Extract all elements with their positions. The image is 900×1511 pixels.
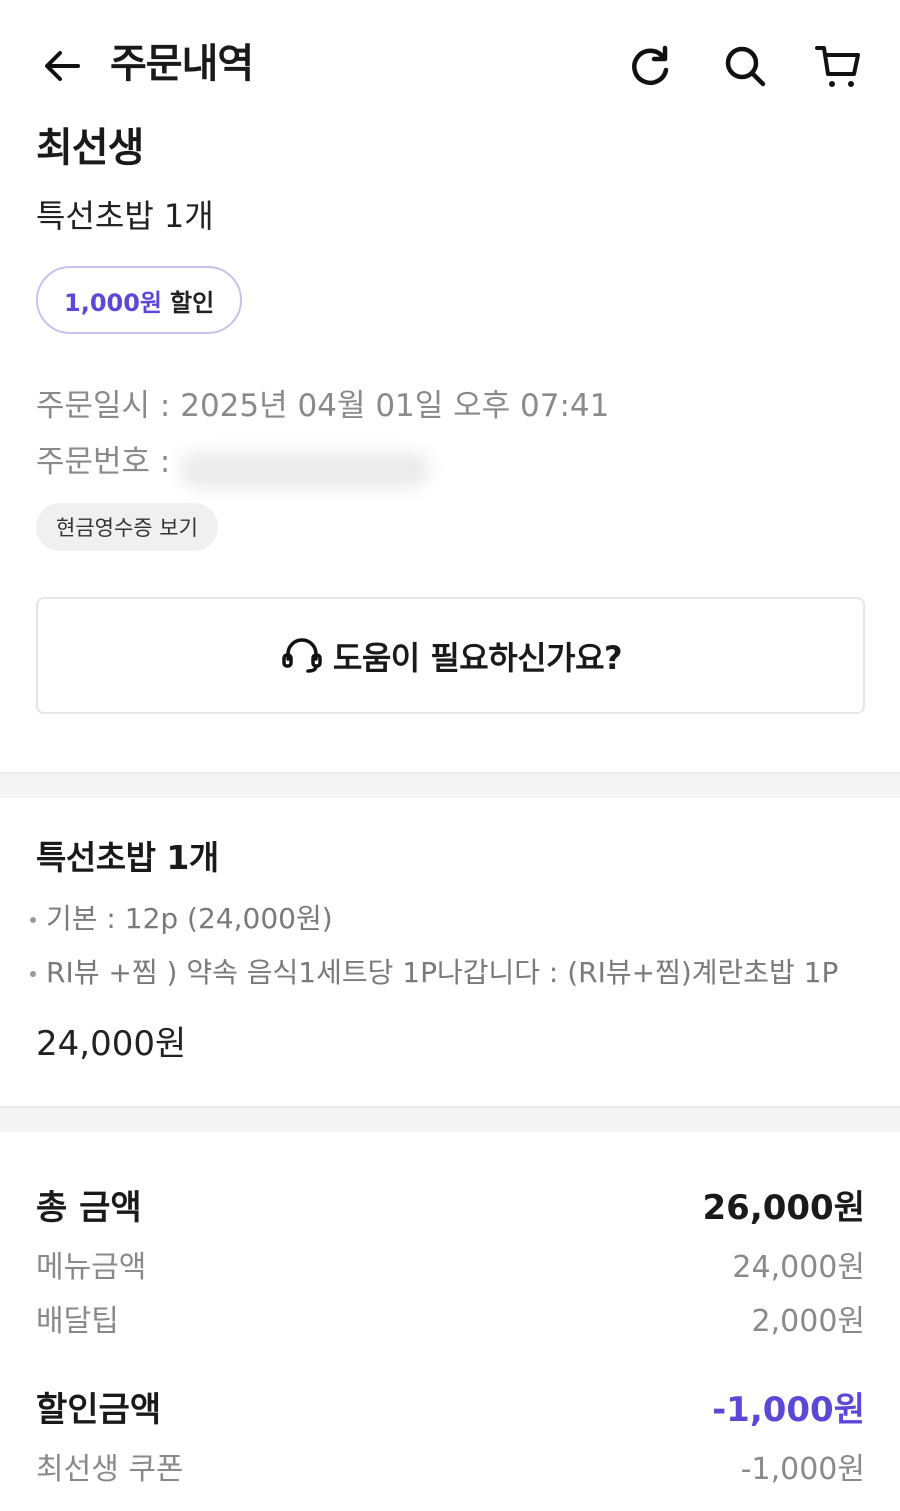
cash-receipt-button[interactable]: 현금영수증 보기 <box>36 503 218 551</box>
discount-badge-amount: 1,000원 <box>64 288 162 317</box>
cart-icon <box>815 46 860 87</box>
order-number-label: 주문번호 : <box>36 444 171 480</box>
order-summary: 특선초밥 1개 <box>36 197 214 235</box>
menu-amount-row: 메뉴금액 24,000원 <box>36 1242 865 1286</box>
menu-option-text: 기본 : 12p (24,000원) <box>46 902 333 935</box>
total-amount-row: 총 금액 26,000원 <box>36 1178 865 1230</box>
menu-option-line: RI뷰 +찜 ) 약속 음식1세트당 1P나갑니다 : (RI뷰+찜)계란초밥 … <box>30 953 838 993</box>
bullet-icon <box>30 917 36 923</box>
menu-amount-label: 메뉴금액 <box>36 1250 147 1285</box>
back-arrow-icon <box>45 51 80 81</box>
order-date: 주문일시 : 2025년 04월 01일 오후 07:41 <box>36 388 610 424</box>
bullet-icon <box>30 971 36 977</box>
discount-amount-row: 할인금액 -1,000원 <box>36 1380 865 1432</box>
menu-amount-value: 24,000원 <box>732 1250 865 1285</box>
discount-badge-label: 할인 <box>170 288 215 317</box>
store-name[interactable]: 최선생 <box>36 120 144 176</box>
section-divider <box>0 1106 900 1132</box>
discount-amount-value: -1,000원 <box>712 1389 865 1430</box>
discount-badge: 1,000원 할인 <box>36 266 243 334</box>
help-button[interactable]: 도움이 필요하신가요? <box>36 597 865 714</box>
coupon-row: 최선생 쿠폰 -1,000원 <box>36 1444 865 1488</box>
discount-amount-label: 할인금액 <box>36 1389 162 1430</box>
coupon-label: 최선생 쿠폰 <box>36 1452 184 1487</box>
top-app-bar: 주문내역 <box>0 0 900 130</box>
back-button[interactable] <box>36 40 88 92</box>
delivery-tip-label: 배달팁 <box>36 1304 119 1339</box>
headset-icon <box>279 633 325 679</box>
section-divider <box>0 772 900 798</box>
delivery-tip-row: 배달팁 2,000원 <box>36 1296 865 1340</box>
order-number-redacted <box>180 452 430 488</box>
refresh-button[interactable] <box>624 40 676 92</box>
menu-option-line: 기본 : 12p (24,000원) <box>30 899 333 939</box>
total-amount-value: 26,000원 <box>702 1187 865 1228</box>
total-amount-label: 총 금액 <box>36 1187 142 1228</box>
refresh-icon <box>632 45 669 86</box>
search-icon <box>725 46 766 87</box>
help-label: 도움이 필요하신가요? <box>332 638 623 677</box>
menu-item-price: 24,000원 <box>36 1024 187 1064</box>
menu-item-title: 특선초밥 1개 <box>36 838 219 877</box>
menu-option-text: RI뷰 +찜 ) 약속 음식1세트당 1P나갑니다 : (RI뷰+찜)계란초밥 … <box>46 956 839 989</box>
search-button[interactable] <box>719 40 771 92</box>
cart-button[interactable] <box>812 40 864 92</box>
coupon-value: -1,000원 <box>740 1452 865 1487</box>
delivery-tip-value: 2,000원 <box>751 1304 865 1339</box>
page-title: 주문내역 <box>110 41 254 87</box>
